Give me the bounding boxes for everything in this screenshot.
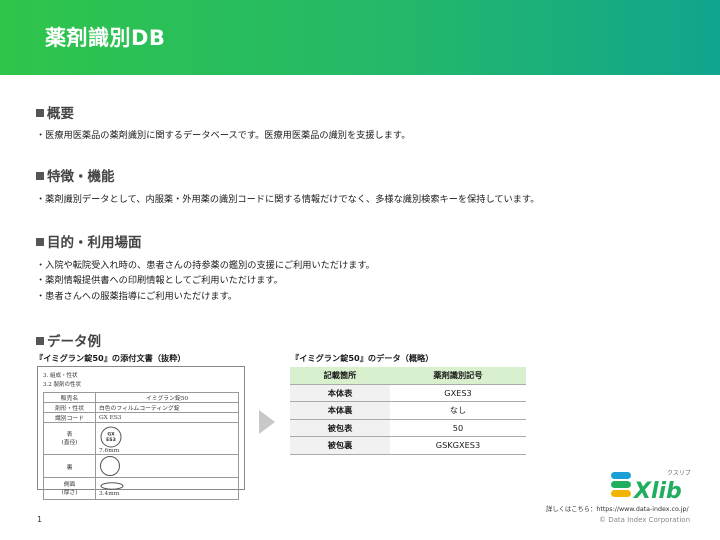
- arrow-right-icon: [259, 410, 275, 434]
- table-cell: GXES3: [390, 384, 526, 402]
- header-banner: 薬剤識別DB: [0, 0, 720, 75]
- insert-row: 側面 (厚さ) 3.4mm: [43, 477, 239, 500]
- insert-table: 販売名 イミグラン錠50 剤形・性状 白色のフィルムコーティング錠 識別コード …: [43, 392, 239, 500]
- insert-value: GX ES3 7.6mm: [95, 422, 239, 455]
- table-row: 本体裏 なし: [290, 401, 526, 420]
- table-cell: GSKGXES3: [390, 436, 526, 455]
- insert-label: 販売名: [43, 392, 96, 403]
- table-row: 被包表 50: [290, 419, 526, 437]
- insert-label: 側面 (厚さ): [43, 477, 96, 500]
- section-overview-title: 概要: [36, 102, 74, 122]
- square-bullet-icon: [36, 337, 44, 345]
- data-heading: 『イミグラン錠50』のデータ（概略）: [291, 353, 434, 363]
- xlib-logo: Xlib クスリブ: [611, 469, 691, 504]
- insert-value: [95, 454, 239, 478]
- purpose-line-3: ・患者さんへの服薬指導にご利用いただけます。: [36, 291, 238, 302]
- page-number: 1: [37, 515, 43, 524]
- table-cell: 本体表: [290, 384, 390, 402]
- table-cell: 50: [390, 419, 526, 437]
- tablet-side-icon: [100, 481, 124, 490]
- insert-row: 販売名 イミグラン錠50: [43, 392, 239, 403]
- package-insert-excerpt: 3. 組成・性状 3.2 製剤の性状 販売名 イミグラン錠50 剤形・性状 白色…: [37, 366, 245, 500]
- insert-value: GX ES3: [95, 412, 239, 423]
- logo-kana: クスリブ: [667, 469, 691, 477]
- logo-text: Xlib: [632, 479, 682, 504]
- footer-link[interactable]: 詳しくはこちら：https://www.data-index.co.jp/: [546, 504, 689, 513]
- table-cell: 被包裏: [290, 436, 390, 455]
- insert-value: 3.4mm: [95, 477, 239, 500]
- tablet-front-icon: GX ES3: [100, 426, 122, 448]
- table-cell: 被包表: [290, 419, 390, 437]
- insert-label: 裏: [43, 454, 96, 478]
- table-cell: なし: [390, 401, 526, 420]
- tablet-diameter: 7.6mm: [99, 448, 120, 454]
- insert-label: 識別コード: [43, 412, 96, 423]
- tablet-thickness: 3.4mm: [99, 490, 120, 497]
- insert-value: イミグラン錠50: [95, 392, 239, 403]
- table-header: 薬剤識別記号: [390, 367, 526, 385]
- purpose-line-1: ・入院や転院受入れ時の、患者さんの持参薬の鑑別の支援にご利用いただけます。: [36, 260, 375, 271]
- tablet-back-icon: [100, 456, 120, 476]
- drug-data-table: 記載箇所 薬剤識別記号 本体表 GXES3 本体裏 なし 被包表 50 被包裏 …: [290, 367, 526, 455]
- insert-row: 剤形・性状 白色のフィルムコーティング錠: [43, 402, 239, 413]
- tablet-imprint-line-2: ES3: [106, 437, 116, 443]
- table-header-row: 記載箇所 薬剤識別記号: [290, 367, 526, 385]
- tablet-imprint-line-1: GX: [107, 432, 115, 438]
- section-example-title: データ例: [36, 330, 101, 350]
- purpose-line-2: ・薬剤情報提供書への印刷情報としてご利用いただけます。: [36, 275, 283, 286]
- overview-line: ・医療用医薬品の薬剤識別に関するデータベースです。医療用医薬品の識別を支援します…: [36, 130, 411, 141]
- insert-row: 裏: [43, 454, 239, 478]
- insert-row: 識別コード GX ES3: [43, 412, 239, 423]
- table-row: 被包裏 GSKGXES3: [290, 436, 526, 455]
- section-features-title: 特徴・機能: [36, 165, 115, 185]
- features-line: ・薬剤識別データとして、内服薬・外用薬の識別コードに関する情報だけでなく、多様な…: [36, 194, 540, 205]
- table-row: 本体表 GXES3: [290, 384, 526, 402]
- section-purpose-title: 目的・利用場面: [36, 231, 142, 251]
- insert-label: 表 (直径): [43, 422, 96, 455]
- insert-line-1: 3. 組成・性状: [43, 373, 78, 379]
- table-cell: 本体裏: [290, 401, 390, 420]
- copyright: © Data Index Corporation: [599, 516, 691, 524]
- insert-row: 表 (直径) GX ES3 7.6mm: [43, 422, 239, 455]
- insert-heading: 『イミグラン錠50』の添付文書（抜粋）: [35, 353, 186, 363]
- insert-line-2: 3.2 製剤の性状: [43, 382, 81, 388]
- insert-value: 白色のフィルムコーティング錠: [95, 402, 239, 413]
- square-bullet-icon: [36, 109, 44, 117]
- square-bullet-icon: [36, 238, 44, 246]
- insert-label: 剤形・性状: [43, 402, 96, 413]
- page-title: 薬剤識別DB: [45, 26, 166, 50]
- table-header: 記載箇所: [290, 367, 390, 385]
- square-bullet-icon: [36, 172, 44, 180]
